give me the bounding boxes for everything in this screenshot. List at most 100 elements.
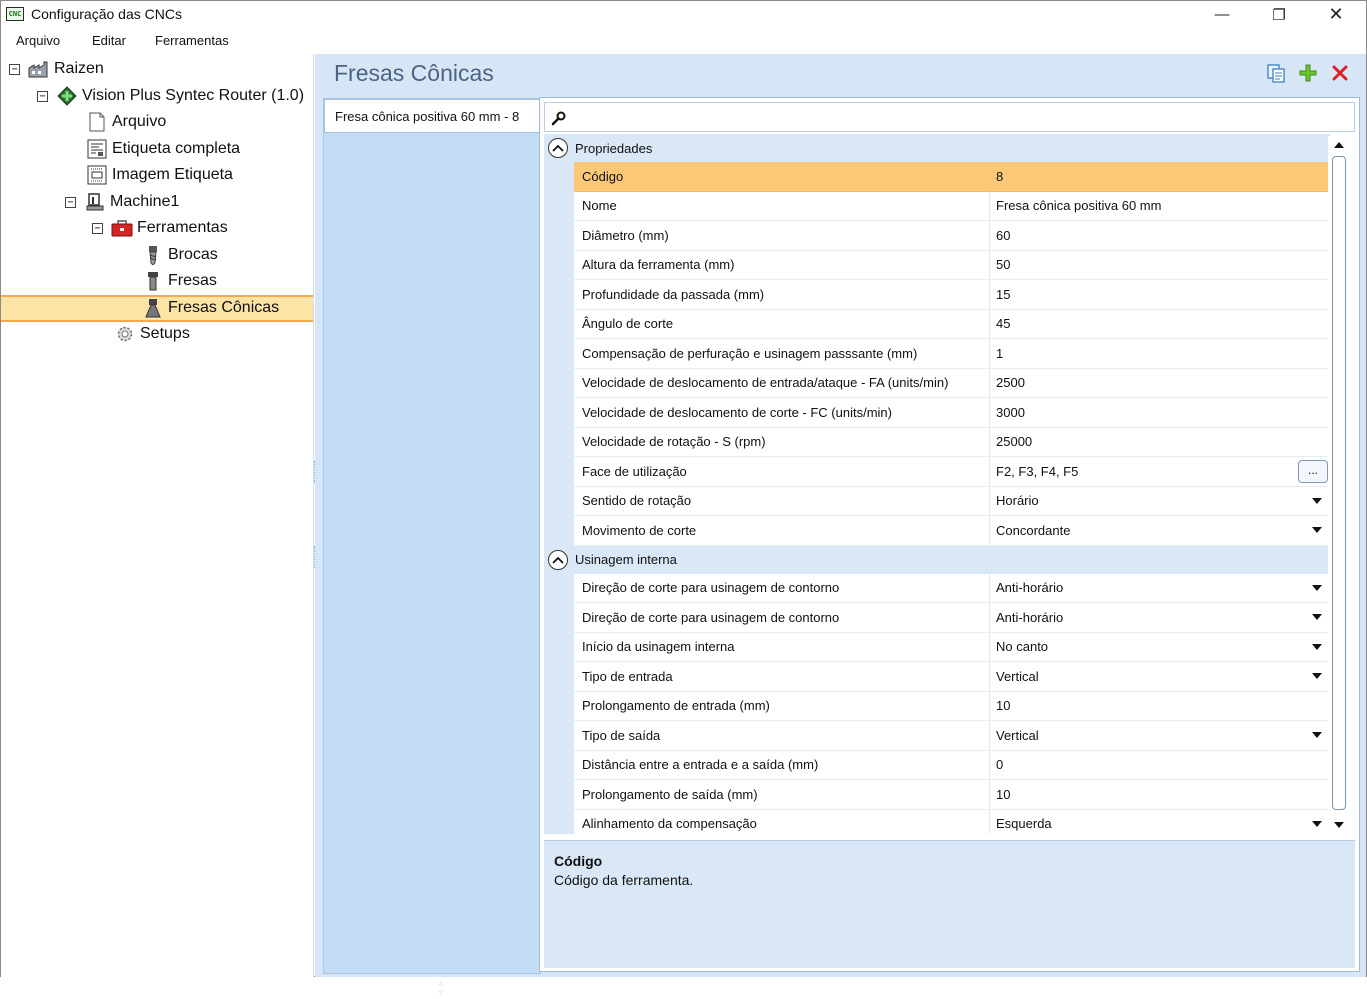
property-row[interactable]: Direção de corte para usinagem de contor… <box>574 573 1330 603</box>
property-value-text: 45 <box>996 316 1011 332</box>
property-row[interactable]: Diâmetro (mm) 60 <box>574 221 1330 251</box>
tree-item-arquivo[interactable]: Arquivo <box>86 109 166 135</box>
scroll-up-icon[interactable] <box>1334 142 1344 148</box>
property-row[interactable]: Tipo de entrada Vertical <box>574 662 1330 692</box>
property-row[interactable]: Início da usinagem interna No canto <box>574 632 1330 662</box>
property-value[interactable]: 45 <box>990 310 1330 339</box>
tree-item-label: Setups <box>140 325 190 342</box>
image-label-icon <box>86 165 108 185</box>
property-row[interactable]: Face de utilização F2, F3, F4, F5... <box>574 457 1330 487</box>
property-value[interactable]: 60 <box>990 221 1330 250</box>
property-value[interactable]: No canto <box>990 633 1330 662</box>
app-window: CNC Configuração das CNCs — ❐ ✕ Arquivo … <box>0 0 1367 999</box>
dropdown-arrow-icon[interactable] <box>1312 497 1322 504</box>
property-value[interactable]: Anti-horário <box>990 574 1330 603</box>
close-button[interactable]: ✕ <box>1313 1 1359 28</box>
scroll-thumb[interactable] <box>1332 156 1346 810</box>
property-value-text: 15 <box>996 286 1011 302</box>
copy-icon[interactable] <box>1265 62 1287 84</box>
property-row[interactable]: Velocidade de rotação - S (rpm) 25000 <box>574 427 1330 457</box>
tree-item-imagem-etiqueta[interactable]: Imagem Etiqueta <box>86 162 233 188</box>
property-row[interactable]: Tipo de saída Vertical <box>574 721 1330 751</box>
property-row[interactable]: Velocidade de deslocamento de corte - FC… <box>574 398 1330 428</box>
property-value[interactable]: Vertical <box>990 662 1330 691</box>
property-row[interactable]: Código 8 <box>574 162 1330 192</box>
dropdown-arrow-icon[interactable] <box>1312 820 1322 827</box>
property-value[interactable]: 50 <box>990 251 1330 280</box>
property-row[interactable]: Ângulo de corte 45 <box>574 309 1330 339</box>
collapse-icon[interactable]: − <box>65 196 76 208</box>
tree-item-label: Arquivo <box>112 113 167 130</box>
menu-editar[interactable]: Editar <box>92 33 126 48</box>
tree-item-machine1[interactable]: − Machine1 <box>65 189 179 215</box>
dropdown-arrow-icon[interactable] <box>1312 643 1322 650</box>
property-value[interactable]: Fresa cônica positiva 60 mm <box>990 192 1330 221</box>
property-row[interactable]: Velocidade de deslocamento de entrada/at… <box>574 368 1330 398</box>
property-value[interactable]: 1 <box>990 339 1330 368</box>
property-row[interactable]: Direção de corte para usinagem de contor… <box>574 603 1330 633</box>
property-row[interactable]: Movimento de corte Concordante <box>574 516 1330 546</box>
collapse-icon[interactable]: − <box>92 222 103 234</box>
property-value[interactable]: Concordante <box>990 516 1330 545</box>
property-value-text: Esquerda <box>996 816 1052 832</box>
add-icon[interactable] <box>1297 62 1319 84</box>
tree-item-etiqueta-completa[interactable]: Etiqueta completa <box>86 136 240 162</box>
machine-icon <box>84 192 106 212</box>
tree-item-fresas[interactable]: Fresas <box>142 268 217 294</box>
menu-arquivo[interactable]: Arquivo <box>16 33 60 48</box>
property-value[interactable]: Esquerda <box>990 810 1330 835</box>
dropdown-arrow-icon[interactable] <box>1312 527 1322 534</box>
collapse-category-icon[interactable] <box>548 138 568 158</box>
property-value[interactable]: 25000 <box>990 428 1330 457</box>
collapse-icon[interactable]: − <box>9 63 20 75</box>
property-row[interactable]: Alinhamento da compensação Esquerda <box>574 809 1330 835</box>
property-search-bar[interactable] <box>544 102 1355 132</box>
description-text: Código da ferramenta. <box>554 872 694 888</box>
label-icon <box>86 139 108 159</box>
property-row[interactable]: Nome Fresa cônica positiva 60 mm <box>574 191 1330 221</box>
tree-item-brocas[interactable]: Brocas <box>142 242 218 268</box>
dropdown-arrow-icon[interactable] <box>1312 673 1322 680</box>
property-value[interactable]: Vertical <box>990 721 1330 750</box>
property-name: Compensação de perfuração e usinagem pas… <box>574 339 990 368</box>
ellipsis-button[interactable]: ... <box>1298 460 1328 483</box>
property-value[interactable]: 0 <box>990 751 1330 780</box>
item-tab[interactable]: Fresa cônica positiva 60 mm - 8 <box>324 99 542 133</box>
description-panel: Código Código da ferramenta. <box>544 840 1355 968</box>
property-row[interactable]: Profundidade da passada (mm) 15 <box>574 280 1330 310</box>
tree-item-fresas-conicas[interactable]: Fresas Cônicas <box>142 295 279 321</box>
collapse-category-icon[interactable] <box>548 549 568 570</box>
property-value[interactable]: F2, F3, F4, F5... <box>990 457 1330 486</box>
property-value-text: Horário <box>996 493 1039 509</box>
maximize-button[interactable]: ❐ <box>1256 1 1302 28</box>
grid-scrollbar[interactable] <box>1328 136 1350 834</box>
dropdown-arrow-icon[interactable] <box>1312 584 1322 591</box>
property-row[interactable]: Sentido de rotação Horário <box>574 486 1330 516</box>
property-value[interactable]: 2500 <box>990 369 1330 398</box>
tree-item-ferramentas[interactable]: − Ferramentas <box>92 215 228 241</box>
tree-item-raizen[interactable]: − Raizen <box>9 56 104 82</box>
tree-item-setups[interactable]: Setups <box>114 321 190 347</box>
dropdown-arrow-icon[interactable] <box>1312 732 1322 739</box>
property-value[interactable]: 8 <box>990 162 1330 191</box>
tree-item-router[interactable]: − Vision Plus Syntec Router (1.0) <box>37 83 304 109</box>
minimize-button[interactable]: — <box>1199 1 1245 28</box>
collapse-icon[interactable]: − <box>37 90 48 102</box>
list-scroll-arrows[interactable]: ▲ ▼ <box>436 979 446 999</box>
property-value[interactable]: 10 <box>990 692 1330 721</box>
property-name: Alinhamento da compensação <box>574 809 990 834</box>
property-row[interactable]: Prolongamento de entrada (mm) 10 <box>574 691 1330 721</box>
dropdown-arrow-icon[interactable] <box>1312 614 1322 621</box>
property-row[interactable]: Prolongamento de saída (mm) 10 <box>574 780 1330 810</box>
property-value[interactable]: 15 <box>990 280 1330 309</box>
property-value[interactable]: 10 <box>990 780 1330 809</box>
property-value[interactable]: Horário <box>990 487 1330 516</box>
delete-icon[interactable] <box>1329 62 1351 84</box>
property-row[interactable]: Compensação de perfuração e usinagem pas… <box>574 339 1330 369</box>
scroll-down-icon[interactable] <box>1334 822 1344 828</box>
property-value[interactable]: 3000 <box>990 398 1330 427</box>
property-row[interactable]: Altura da ferramenta (mm) 50 <box>574 250 1330 280</box>
property-row[interactable]: Distância entre a entrada e a saída (mm)… <box>574 750 1330 780</box>
property-value[interactable]: Anti-horário <box>990 603 1330 632</box>
menu-ferramentas[interactable]: Ferramentas <box>155 33 229 48</box>
